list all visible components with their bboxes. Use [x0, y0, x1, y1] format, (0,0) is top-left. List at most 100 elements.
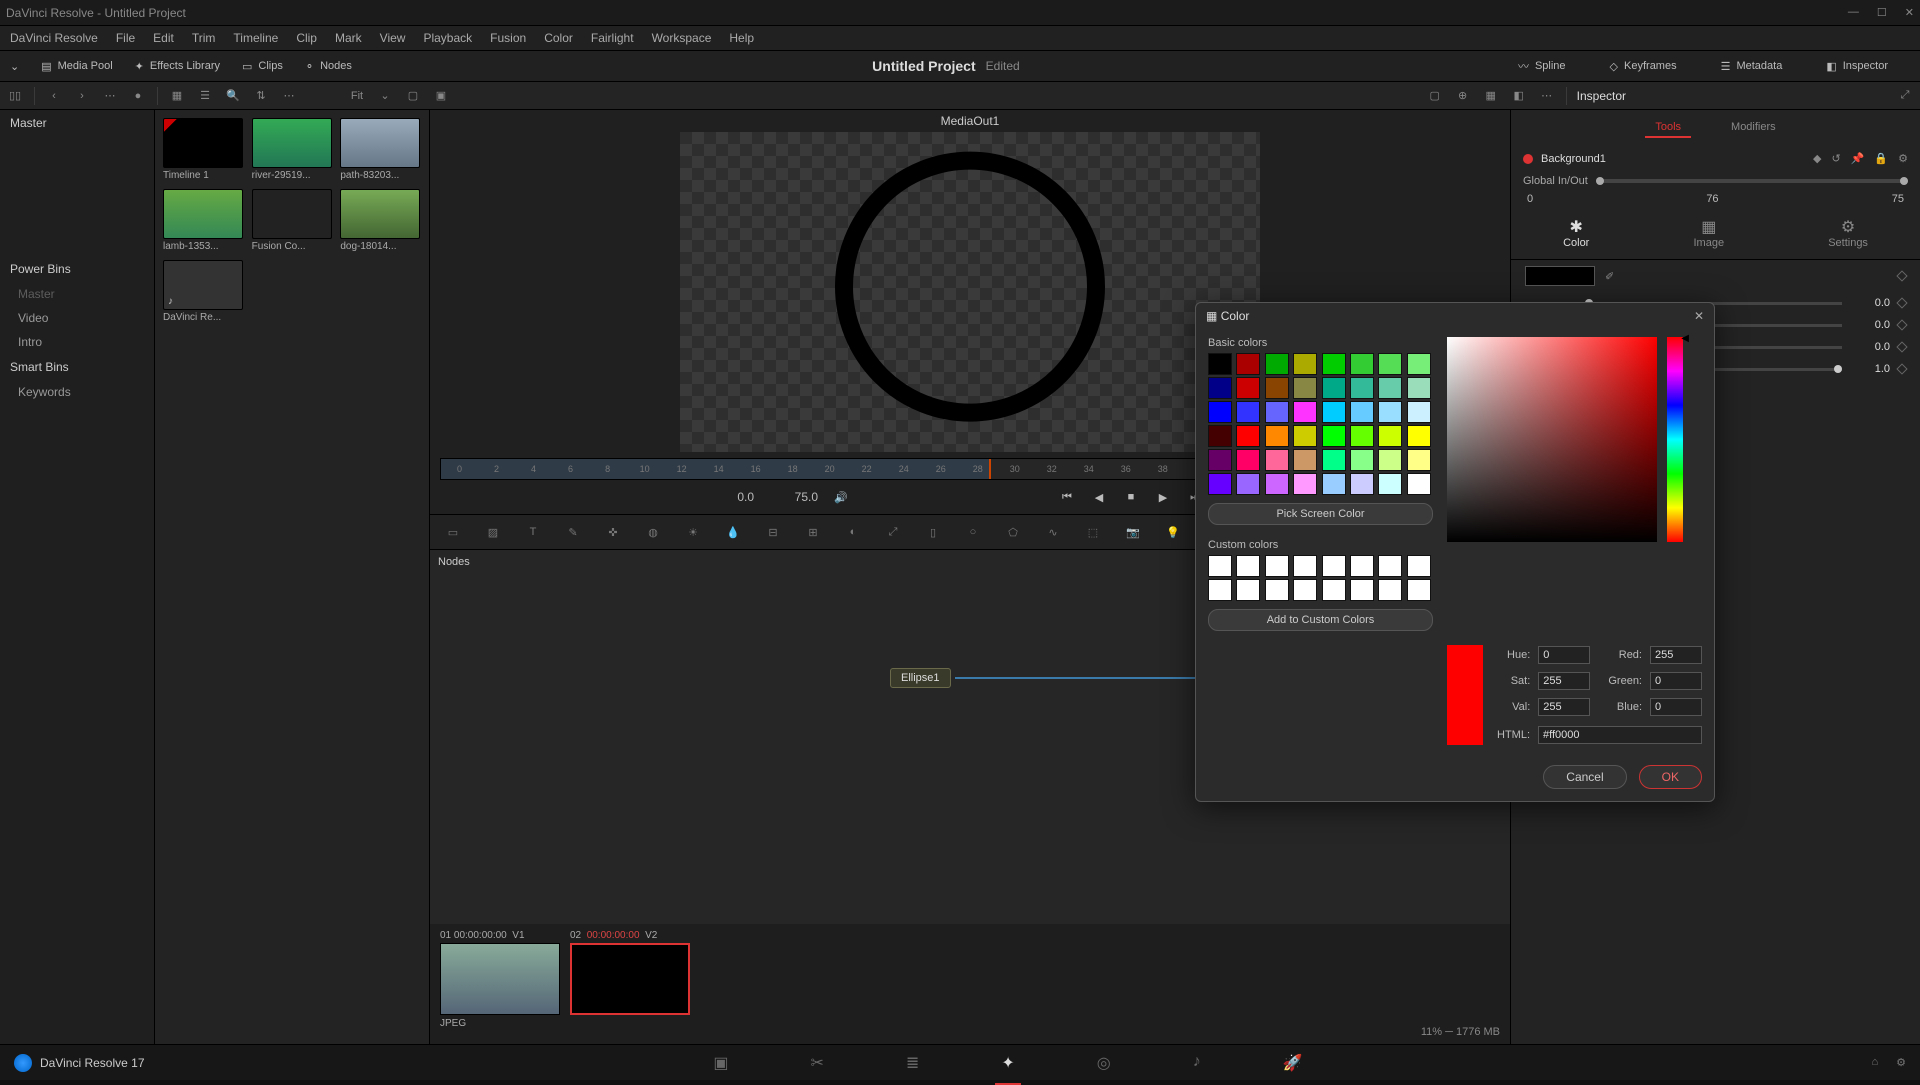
- basic-swatch[interactable]: [1407, 473, 1431, 495]
- basic-swatch[interactable]: [1322, 353, 1346, 375]
- more2-icon[interactable]: ⋯: [280, 87, 298, 105]
- basic-swatch[interactable]: [1236, 377, 1260, 399]
- param-value[interactable]: 1.0: [1850, 363, 1890, 375]
- basic-swatch[interactable]: [1322, 473, 1346, 495]
- custom-swatch[interactable]: [1236, 579, 1260, 601]
- shelf-effects-library[interactable]: ✦Effects Library: [135, 60, 220, 73]
- tool-fastnoise-icon[interactable]: ▨: [484, 526, 502, 539]
- reset-icon[interactable]: ↺: [1832, 152, 1841, 165]
- red-input[interactable]: [1650, 646, 1702, 664]
- first-frame-icon[interactable]: ⏮: [1058, 488, 1076, 506]
- basic-swatch[interactable]: [1378, 473, 1402, 495]
- thumb-lamb[interactable]: lamb-1353...: [163, 189, 243, 252]
- page-deliver-icon[interactable]: 🚀: [1277, 1047, 1309, 1079]
- basic-swatch[interactable]: [1378, 425, 1402, 447]
- lock-icon[interactable]: 🔒: [1874, 152, 1888, 165]
- sidebar-item-keywords[interactable]: Keywords: [0, 380, 154, 404]
- menu-fusion[interactable]: Fusion: [490, 31, 526, 45]
- shelf-keyframes[interactable]: ◇Keyframes: [1610, 60, 1677, 73]
- custom-swatch[interactable]: [1322, 555, 1346, 577]
- basic-swatch[interactable]: [1322, 449, 1346, 471]
- add-custom-button[interactable]: Add to Custom Colors: [1208, 609, 1433, 631]
- basic-swatch[interactable]: [1208, 353, 1232, 375]
- param-value[interactable]: 0.0: [1850, 297, 1890, 309]
- sort-icon[interactable]: ⇅: [252, 87, 270, 105]
- shelf-clips[interactable]: ▭Clips: [242, 60, 283, 73]
- opt2-icon[interactable]: ⊕: [1454, 87, 1472, 105]
- basic-swatch[interactable]: [1265, 425, 1289, 447]
- cancel-button[interactable]: Cancel: [1543, 765, 1626, 789]
- subtab-color[interactable]: ✱Color: [1563, 217, 1589, 249]
- basic-swatch[interactable]: [1208, 401, 1232, 423]
- tool-keyer-icon[interactable]: 💧: [724, 526, 742, 539]
- basic-swatch[interactable]: [1208, 377, 1232, 399]
- menu-trim[interactable]: Trim: [192, 31, 216, 45]
- basic-swatch[interactable]: [1407, 449, 1431, 471]
- sidebar-item-intro[interactable]: Intro: [0, 330, 154, 354]
- arrow-right-icon[interactable]: ›: [73, 87, 91, 105]
- custom-swatch[interactable]: [1236, 555, 1260, 577]
- custom-swatch[interactable]: [1378, 555, 1402, 577]
- tool-rect-icon[interactable]: ▯: [924, 526, 942, 539]
- sidebar-power-bins[interactable]: Power Bins: [0, 256, 154, 282]
- basic-swatch[interactable]: [1378, 353, 1402, 375]
- tool-cam-icon[interactable]: 📷: [1124, 526, 1142, 539]
- custom-swatch[interactable]: [1407, 579, 1431, 601]
- basic-swatch[interactable]: [1265, 353, 1289, 375]
- basic-swatch[interactable]: [1322, 425, 1346, 447]
- sidebar-item-video[interactable]: Video: [0, 306, 154, 330]
- menu-help[interactable]: Help: [729, 31, 754, 45]
- basic-swatch[interactable]: [1293, 449, 1317, 471]
- view2-icon[interactable]: ▣: [432, 87, 450, 105]
- home-icon[interactable]: ⌂: [1871, 1056, 1878, 1069]
- basic-swatch[interactable]: [1350, 401, 1374, 423]
- tool-blur-icon[interactable]: ☀: [684, 526, 702, 539]
- basic-swatch[interactable]: [1378, 377, 1402, 399]
- opt1-icon[interactable]: ▢: [1426, 87, 1444, 105]
- custom-swatch[interactable]: [1350, 579, 1374, 601]
- page-fusion-icon[interactable]: ✦: [995, 1047, 1020, 1079]
- opt4-icon[interactable]: ◧: [1510, 87, 1528, 105]
- custom-swatch[interactable]: [1293, 555, 1317, 577]
- page-media-icon[interactable]: ▣: [707, 1047, 734, 1079]
- sv-picker[interactable]: [1447, 337, 1657, 542]
- stop-icon[interactable]: ■: [1122, 488, 1140, 506]
- basic-swatch[interactable]: [1407, 353, 1431, 375]
- menu-playback[interactable]: Playback: [423, 31, 472, 45]
- tool-3d-icon[interactable]: ⬚: [1084, 526, 1102, 539]
- custom-swatch[interactable]: [1265, 579, 1289, 601]
- thumb-dog[interactable]: dog-18014...: [340, 189, 420, 252]
- sat-input[interactable]: [1538, 672, 1590, 690]
- viewer[interactable]: [680, 132, 1260, 452]
- basic-swatch[interactable]: [1293, 401, 1317, 423]
- blue-input[interactable]: [1650, 698, 1702, 716]
- dialog-close-icon[interactable]: ✕: [1694, 309, 1704, 323]
- custom-swatch[interactable]: [1378, 579, 1402, 601]
- basic-swatch[interactable]: [1236, 473, 1260, 495]
- basic-swatch[interactable]: [1293, 353, 1317, 375]
- basic-swatch[interactable]: [1407, 401, 1431, 423]
- basic-swatch[interactable]: [1236, 353, 1260, 375]
- basic-swatch[interactable]: [1322, 401, 1346, 423]
- search-icon[interactable]: 🔍: [224, 87, 242, 105]
- arrow-left-icon[interactable]: ‹: [45, 87, 63, 105]
- custom-swatch[interactable]: [1293, 579, 1317, 601]
- basic-swatch[interactable]: [1265, 449, 1289, 471]
- custom-swatch[interactable]: [1350, 555, 1374, 577]
- hue-slider[interactable]: ◀: [1667, 337, 1683, 542]
- maximize-icon[interactable]: ☐: [1877, 6, 1887, 19]
- tool-bg-icon[interactable]: ▭: [444, 526, 462, 539]
- tool-tracker-icon[interactable]: ✜: [604, 526, 622, 539]
- expand-icon[interactable]: ⤢: [1896, 87, 1914, 105]
- tool-poly-icon[interactable]: ⬠: [1004, 526, 1022, 539]
- basic-swatch[interactable]: [1265, 377, 1289, 399]
- grid-view-icon[interactable]: ▦: [168, 87, 186, 105]
- basic-swatch[interactable]: [1293, 425, 1317, 447]
- shelf-inspector[interactable]: ◧Inspector: [1826, 60, 1888, 73]
- layout-icon[interactable]: ▯▯: [6, 87, 24, 105]
- gear-icon[interactable]: ⚙: [1898, 152, 1908, 165]
- kf-icon[interactable]: [1896, 363, 1907, 374]
- basic-swatch[interactable]: [1322, 377, 1346, 399]
- list-view-icon[interactable]: ☰: [196, 87, 214, 105]
- menu-view[interactable]: View: [380, 31, 406, 45]
